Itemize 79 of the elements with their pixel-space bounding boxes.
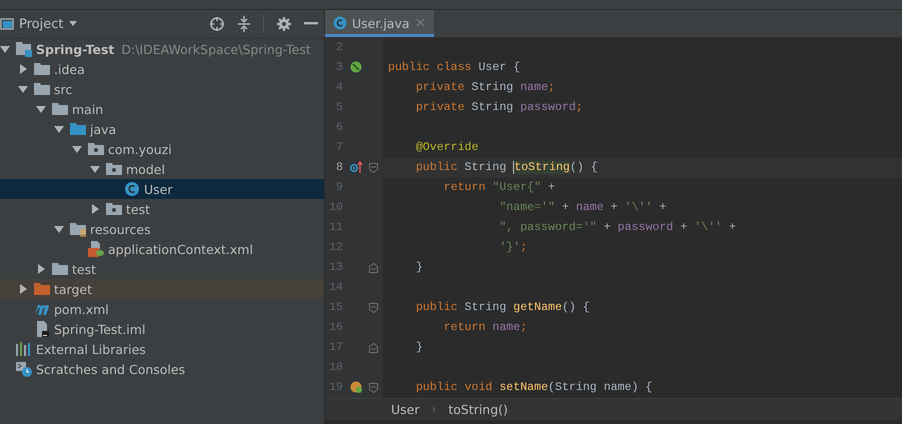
module-folder-icon [16,41,32,57]
code-line: public String getName() { [414,300,591,316]
collapsed-arrow-icon[interactable] [18,64,28,74]
tree-item[interactable]: model [0,159,324,179]
collapsed-arrow-icon[interactable] [90,204,100,214]
folder-icon [52,101,68,117]
panel-icon [0,18,14,30]
project-view-dropdown[interactable]: Project [19,16,64,32]
tree-item[interactable]: main [0,99,324,119]
code-line: '}'; [498,240,528,256]
expanded-arrow-icon[interactable] [72,144,82,154]
expanded-arrow-icon[interactable] [18,84,28,94]
code-line: @Override [414,140,480,156]
scratch-icon [16,361,32,377]
fold-icon[interactable] [369,162,378,173]
tree-item[interactable]: .idea [0,59,324,79]
package-icon [106,161,122,177]
fold-icon[interactable] [369,262,378,273]
line-number: 8 [335,161,343,174]
tree-item[interactable]: pom.xml [0,299,324,319]
fold-icon[interactable] [369,302,378,313]
breadcrumb[interactable]: User [391,402,420,417]
file-icon [34,321,50,337]
override-icon[interactable] [350,161,363,174]
class-icon [333,16,347,30]
tree-item[interactable]: com.youzi [0,139,324,159]
package-icon [106,201,122,217]
tree-item[interactable]: External Libraries [0,339,324,359]
expanded-arrow-icon[interactable] [54,124,64,134]
expanded-arrow-icon[interactable] [54,224,64,234]
collapse-all-icon[interactable] [237,16,251,32]
tree-item[interactable]: applicationContext.xml [0,239,324,259]
tree-item[interactable]: test [0,199,324,219]
expanded-arrow-icon[interactable] [90,164,100,174]
excluded-folder-icon [34,281,50,297]
folder-icon [34,61,50,77]
code-line: } [414,340,424,356]
collapsed-arrow-icon[interactable] [18,284,28,294]
tree-item[interactable]: Scratches and Consoles [0,359,324,379]
code-line: return "User{" + [442,180,556,196]
expanded-arrow-icon[interactable] [36,104,46,114]
fold-icon[interactable] [369,382,378,393]
tree-item[interactable]: src [0,79,324,99]
code-line: return name; [442,320,528,336]
bean-icon[interactable] [350,61,363,74]
resources-folder-icon [70,221,86,237]
source-folder-icon [70,121,86,137]
package-icon [88,141,104,157]
tree-item[interactable]: java [0,119,324,139]
code-line: public class User { [387,60,522,76]
code-line: } [414,260,424,276]
library-icon [16,341,32,357]
locate-icon[interactable] [209,16,225,32]
tree-item[interactable]: User [0,179,324,199]
xml-file-icon [88,241,104,257]
tree-item[interactable]: resources [0,219,324,239]
minimize-icon[interactable] [304,22,318,26]
property-icon[interactable] [350,381,363,394]
code-line: private String name; [414,80,556,96]
breadcrumb[interactable]: toString() [448,402,508,417]
folder-icon [52,261,68,277]
settings-icon[interactable] [276,16,292,32]
fold-icon[interactable] [369,342,378,353]
editor-tab[interactable]: User.java × [325,10,434,37]
module-path: D:\IDEAWorkSpace\Spring-Test [121,42,311,56]
tree-item[interactable]: test [0,259,324,279]
code-line: private String password; [414,100,584,116]
caret-icon[interactable] [68,21,78,27]
code-line: ", password='" + password + '\'' + [498,220,737,236]
collapsed-arrow-icon[interactable] [36,264,46,274]
breadcrumb-separator: › [432,402,436,416]
code-line: "name='" + name + '\'' + [498,200,668,216]
tree-item[interactable]: Spring-Test.iml [0,319,324,339]
expanded-arrow-icon[interactable] [0,44,10,54]
tree-item[interactable]: Spring-Test D:\IDEAWorkSpace\Spring-Test [0,39,324,59]
class-icon [124,181,140,197]
tree-item[interactable]: target [0,279,324,299]
code-line: public void setName(String name) { [414,380,654,396]
folder-icon [34,81,50,97]
